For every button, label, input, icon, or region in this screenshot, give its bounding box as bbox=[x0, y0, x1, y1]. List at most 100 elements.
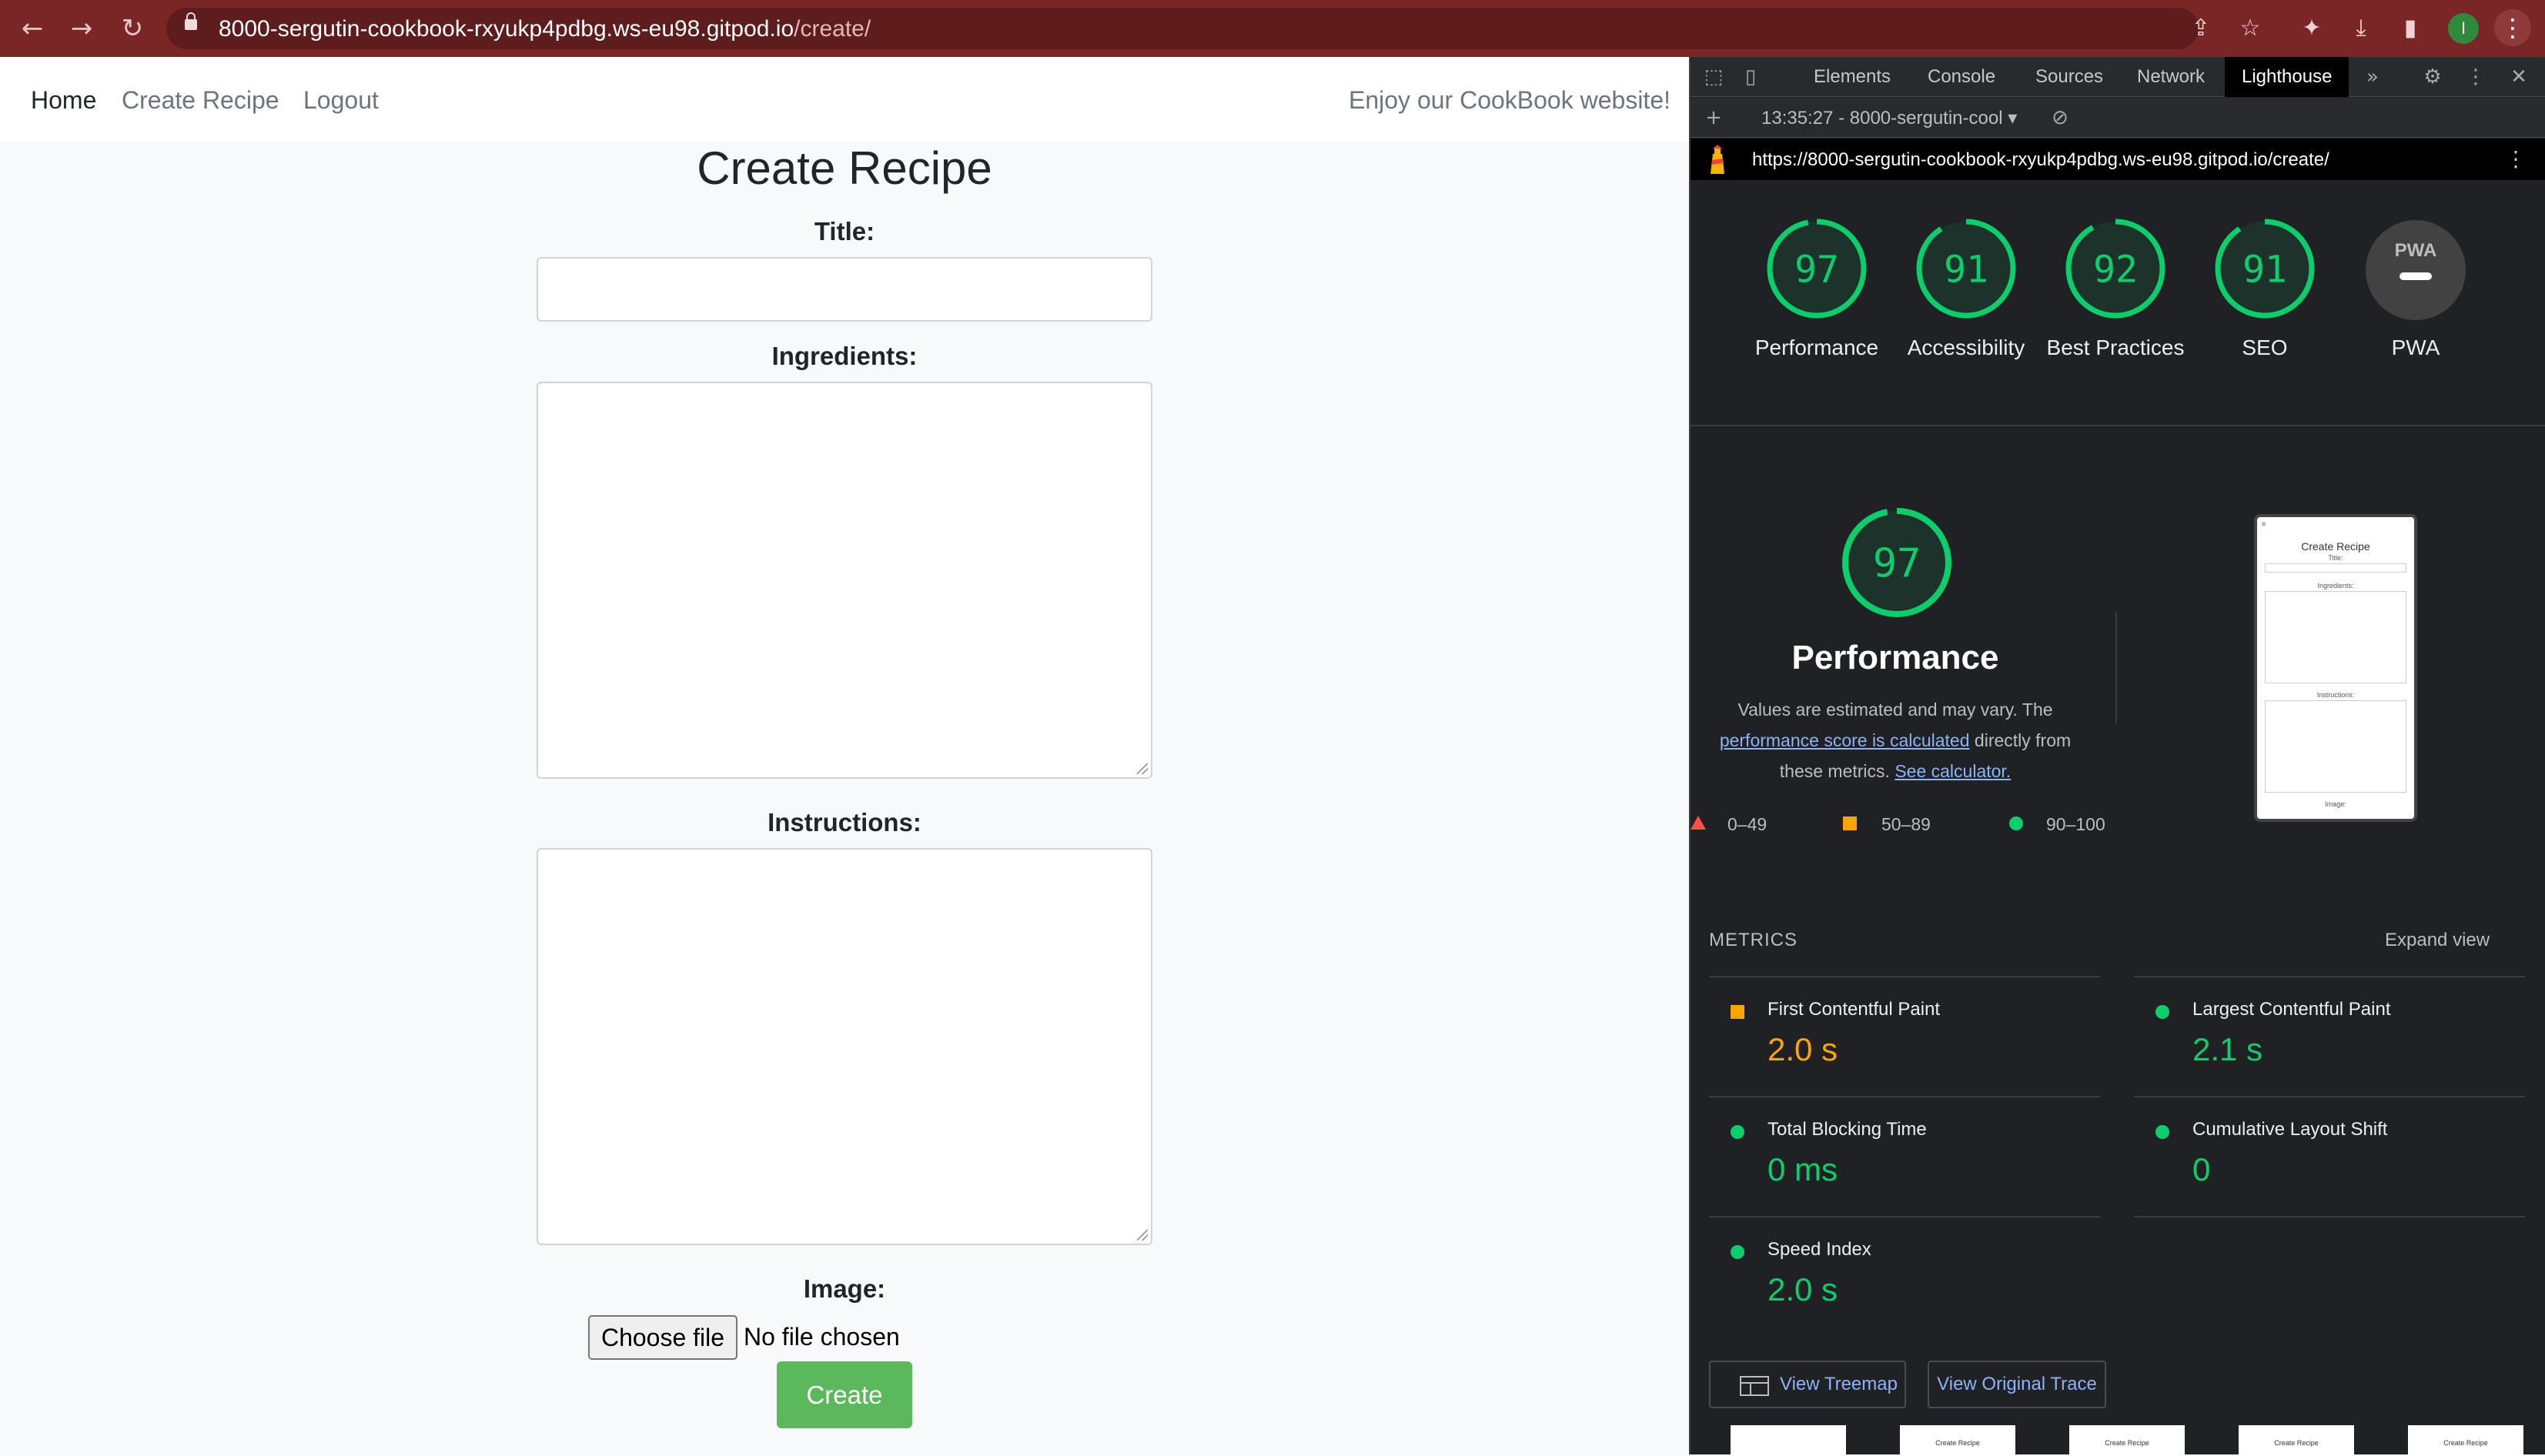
side-panel-icon[interactable]: ▮ bbox=[2394, 12, 2426, 45]
fail-triangle-icon bbox=[1691, 816, 1706, 830]
bookmark-star-icon[interactable]: ☆ bbox=[2234, 12, 2266, 45]
filmstrip-frame: Create Recipe bbox=[2239, 1425, 2354, 1456]
pwa-badge-icon: PWA bbox=[2394, 240, 2437, 261]
metric-divider bbox=[1709, 1216, 2100, 1217]
view-treemap-label: View Treemap bbox=[1780, 1374, 1898, 1394]
tab-network[interactable]: Network bbox=[2137, 66, 2205, 88]
devtools-tabbar: ⬚ ▯ Elements Console Sources Network Lig… bbox=[1691, 57, 2545, 97]
thumb-title-label: Title: bbox=[2328, 554, 2343, 562]
pass-circle-icon bbox=[2155, 1125, 2169, 1139]
tab-lighthouse[interactable]: Lighthouse bbox=[2225, 57, 2349, 97]
pass-circle-icon bbox=[2155, 1005, 2169, 1019]
title-input[interactable] bbox=[537, 257, 1152, 322]
metric-value: 0 bbox=[2192, 1151, 2211, 1187]
clear-icon[interactable]: ⊘ bbox=[2048, 105, 2072, 130]
average-square-icon bbox=[1843, 816, 1857, 830]
filmstrip-frame: Create Recipe bbox=[2069, 1425, 2185, 1456]
new-report-icon[interactable]: + bbox=[1701, 105, 1726, 130]
pwa-dash bbox=[2400, 272, 2432, 280]
nav-create-recipe[interactable]: Create Recipe bbox=[122, 86, 279, 115]
profile-avatar[interactable]: I bbox=[2448, 13, 2479, 44]
device-toolbar-icon[interactable]: ▯ bbox=[1738, 65, 1763, 89]
average-square-icon bbox=[1731, 1005, 1744, 1019]
site-tagline: Enjoy our CookBook website! bbox=[1349, 86, 1670, 114]
final-screenshot-thumbnail[interactable]: ≡ Create Recipe Title: Ingredients: Inst… bbox=[2254, 514, 2417, 822]
pass-circle-icon bbox=[1731, 1245, 1744, 1259]
instructions-textarea[interactable] bbox=[537, 848, 1152, 1245]
filmstrip-frame: Create Recipe bbox=[2408, 1425, 2523, 1456]
view-original-trace-button[interactable]: View Original Trace bbox=[1928, 1361, 2106, 1408]
metric-value: 2.0 s bbox=[1767, 1031, 1838, 1067]
browser-menu-icon[interactable]: ⋮ bbox=[2494, 9, 2531, 46]
section-divider bbox=[1691, 425, 2545, 426]
pwa-label: PWA bbox=[2391, 336, 2440, 359]
metric-value: 2.0 s bbox=[1767, 1271, 1838, 1307]
resize-handle[interactable] bbox=[1137, 763, 1148, 774]
tab-elements[interactable]: Elements bbox=[1814, 66, 1891, 88]
image-label: Image: bbox=[803, 1274, 886, 1303]
legend-average: 50–89 bbox=[1881, 814, 1931, 834]
best-practices-label: Best Practices bbox=[2046, 336, 2185, 359]
resize-handle[interactable] bbox=[1137, 1230, 1148, 1241]
devtools-menu-icon[interactable]: ⋮ bbox=[2463, 65, 2488, 89]
inspect-element-icon[interactable]: ⬚ bbox=[1701, 65, 1726, 89]
metric-value: 0 ms bbox=[1767, 1151, 1838, 1187]
pass-circle-icon bbox=[2009, 816, 2023, 830]
tab-sources[interactable]: Sources bbox=[2035, 66, 2103, 88]
performance-description: Values are estimated and may vary. The p… bbox=[1719, 700, 2072, 781]
download-icon[interactable]: ⤓ bbox=[2345, 12, 2377, 45]
report-menu-icon[interactable]: ⋮ bbox=[2505, 146, 2527, 172]
pwa-gauge[interactable]: PWA bbox=[2366, 220, 2466, 320]
address-bar[interactable]: 8000-sergutin-cookbook-rxyukp4pdbg.ws-eu… bbox=[166, 8, 2199, 49]
share-icon[interactable]: ⇪ bbox=[2185, 12, 2217, 45]
metric-name: Total Blocking Time bbox=[1767, 1119, 1927, 1140]
thumb-menu-icon: ≡ bbox=[2262, 520, 2266, 528]
thumb-image-label: Image: bbox=[2325, 800, 2346, 808]
browser-toolbar: ← → ↻ 8000-sergutin-cookbook-rxyukp4pdbg… bbox=[0, 0, 2545, 57]
url-text: 8000-sergutin-cookbook-rxyukp4pdbg.ws-eu… bbox=[219, 16, 871, 42]
extensions-icon[interactable]: ✦ bbox=[2296, 12, 2328, 45]
metric-value: 2.1 s bbox=[2192, 1031, 2263, 1067]
metric-divider bbox=[2134, 976, 2525, 977]
back-icon[interactable]: ← bbox=[15, 12, 49, 45]
page-title: Create Recipe bbox=[697, 142, 992, 194]
seo-label: SEO bbox=[2242, 336, 2288, 359]
view-treemap-button[interactable]: View Treemap bbox=[1709, 1361, 1906, 1408]
tab-console[interactable]: Console bbox=[1928, 66, 1995, 88]
metric-divider bbox=[2134, 1096, 2525, 1097]
ingredients-textarea[interactable] bbox=[537, 382, 1152, 779]
metric-name: Cumulative Layout Shift bbox=[2192, 1119, 2388, 1140]
metric-name: Largest Contentful Paint bbox=[2192, 999, 2391, 1020]
report-selector[interactable]: 13:35:27 - 8000-sergutin-cool ▾ bbox=[1761, 107, 2017, 129]
report-url: https://8000-sergutin-cookbook-rxyukp4pd… bbox=[1752, 149, 2329, 170]
nav-logout[interactable]: Logout bbox=[303, 86, 379, 115]
settings-gear-icon[interactable]: ⚙ bbox=[2420, 65, 2445, 89]
reload-icon[interactable]: ↻ bbox=[115, 12, 149, 45]
filmstrip-frame bbox=[1731, 1425, 1846, 1456]
more-tabs-icon[interactable]: » bbox=[2360, 65, 2385, 89]
nav-home[interactable]: Home bbox=[31, 86, 96, 115]
lighthouse-logo-icon bbox=[1711, 145, 1724, 174]
metric-divider bbox=[1709, 1096, 2100, 1097]
create-button[interactable]: Create bbox=[777, 1361, 912, 1428]
lock-icon bbox=[185, 12, 197, 30]
close-icon[interactable]: ✕ bbox=[2507, 65, 2531, 89]
see-calculator-link[interactable]: See calculator. bbox=[1895, 761, 2011, 781]
lighthouse-toolbar: + 13:35:27 - 8000-sergutin-cool ▾ ⊘ bbox=[1691, 98, 2545, 138]
treemap-icon bbox=[1740, 1376, 1769, 1396]
score-calculated-link[interactable]: performance score is calculated bbox=[1720, 730, 1970, 750]
vertical-divider bbox=[2115, 612, 2117, 723]
filmstrip-label: Create Recipe bbox=[1935, 1439, 1980, 1447]
metric-name: Speed Index bbox=[1767, 1239, 1871, 1260]
thumb-ingredients-field bbox=[2265, 591, 2406, 683]
filmstrip-frame: Create Recipe bbox=[1900, 1425, 2015, 1456]
thumb-instructions-field bbox=[2265, 700, 2406, 793]
file-status: No file chosen bbox=[744, 1323, 900, 1351]
choose-file-button[interactable]: Choose file bbox=[588, 1315, 737, 1360]
filmstrip-label: Create Recipe bbox=[2105, 1439, 2149, 1447]
forward-icon[interactable]: → bbox=[65, 12, 99, 45]
title-label: Title: bbox=[814, 217, 875, 245]
expand-view-toggle[interactable]: Expand view bbox=[2385, 930, 2490, 951]
report-url-bar: https://8000-sergutin-cookbook-rxyukp4pd… bbox=[1691, 139, 2545, 180]
site-navbar: Home Create Recipe Logout Enjoy our Cook… bbox=[0, 57, 1689, 142]
